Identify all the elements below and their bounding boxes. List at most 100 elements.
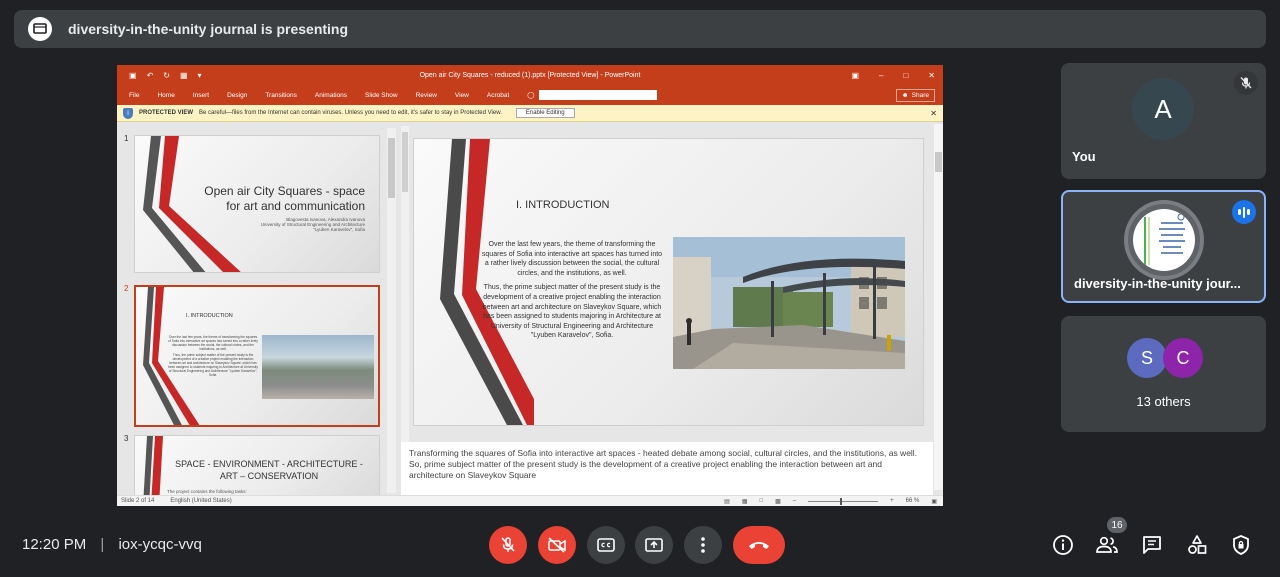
normal-view-icon: ▤ (724, 498, 730, 505)
ribbon-tab-home: Home (157, 91, 175, 99)
thumb-number: 2 (124, 284, 129, 293)
slide-thumbnail: Open air City Squares - space for art an… (134, 135, 380, 273)
square-photo-thumbnail (262, 335, 374, 399)
enable-editing-button: Enable Editing (515, 108, 575, 118)
slide-sorter-icon: ▦ (741, 498, 748, 505)
protected-view-bar: i PROTECTED VIEW Be careful—files from t… (117, 105, 943, 122)
meeting-info: 12:20 PM | iox-ycqc-vvq (22, 536, 202, 553)
shield-icon: i (123, 107, 133, 119)
ppt-workspace: 1 Open air City Squares - space for art … (117, 122, 943, 495)
leave-call-button[interactable] (733, 526, 785, 564)
slideshow-view-icon: ▩ (775, 498, 781, 505)
meet-window: diversity-in-the-unity journal is presen… (0, 0, 1280, 577)
camera-off-icon (548, 537, 566, 553)
ppt-status-bar: Slide 2 of 14 English (United States) ▤ … (117, 495, 943, 506)
microphone-toggle-button[interactable] (489, 526, 527, 564)
ribbon-tab-view: View (454, 91, 469, 99)
shield-lock-icon (1233, 535, 1249, 555)
slaveykov-square-photo (673, 237, 905, 369)
mic-muted-icon (1234, 71, 1258, 95)
thumb-title-line1: Open air City Squares - space (204, 184, 365, 198)
thumb-heading: I. INTRODUCTION (186, 313, 233, 319)
zoom-slider (808, 497, 879, 505)
slide-paragraph-2: Thus, the prime subject matter of the pr… (482, 284, 662, 340)
tell-me-box (538, 90, 657, 100)
present-screen-button[interactable] (635, 526, 673, 564)
reading-view-icon: □ (759, 498, 764, 504)
avatar: S (1127, 338, 1167, 378)
ribbon-tab-slide-show: Slide Show (365, 91, 398, 99)
close-icon: ✕ (930, 108, 937, 118)
close-icon: ✕ (928, 70, 935, 80)
ppt-document-title: Open air City Squares - reduced (1).pptx… (419, 71, 641, 79)
participant-tile-presenter[interactable]: diversity-in-the-unity jour... (1061, 190, 1266, 303)
camera-toggle-button[interactable] (538, 526, 576, 564)
speaker-notes: Transforming the squares of Sofia into i… (401, 442, 933, 495)
ribbon-tab-insert: Insert (192, 91, 210, 99)
ppt-ribbon: File Home Insert Design Transitions Anim… (117, 85, 943, 105)
thumb-number: 3 (124, 434, 129, 443)
slide-counter: Slide 2 of 14 (121, 498, 155, 504)
ribbon-tab-acrobat: Acrobat (486, 91, 510, 99)
thumb-paragraph-1: Over the last few years, the theme of tr… (168, 335, 258, 351)
language-indicator: English (United States) (170, 498, 232, 504)
closed-captions-icon (597, 538, 615, 552)
minimize-icon: – (879, 70, 884, 80)
status-right: ▤ ▦ □ ▩ – + 66 % ▣ (724, 497, 937, 505)
maximize-icon: □ (903, 70, 909, 80)
participant-tile-others[interactable]: S C 13 others (1061, 316, 1266, 432)
others-count-label: 13 others (1136, 394, 1191, 409)
protected-view-message: Be careful—files from the Internet can c… (199, 110, 502, 116)
people-button[interactable] (1094, 532, 1120, 558)
thumb-number: 1 (124, 134, 129, 143)
ribbon-display-icon: ▣ (851, 70, 859, 80)
host-controls-button[interactable] (1228, 532, 1254, 558)
slide-heading: I. INTRODUCTION (516, 199, 610, 211)
present-icon (645, 538, 663, 552)
meeting-code: iox-ycqc-vvq (118, 536, 202, 553)
chat-button[interactable] (1139, 532, 1165, 558)
captions-button[interactable] (587, 526, 625, 564)
current-time: 12:20 PM (22, 536, 87, 553)
mic-off-icon (501, 537, 515, 552)
thumb-paragraph-2: Thus, the prime subject matter of the pr… (168, 353, 258, 377)
presenter-avatar (1124, 200, 1204, 280)
pane-scrollbar (401, 126, 409, 491)
ppt-title-bar: ▣ ↶ ↻ ▦ ▾ Open air City Squares - reduce… (117, 65, 943, 85)
activities-button[interactable] (1184, 532, 1210, 558)
thumb-title-line1: SPACE - ENVIRONMENT - ARCHITECTURE - (175, 459, 363, 469)
participant-tile-you[interactable]: A You (1061, 63, 1266, 179)
bottom-toolbar: 12:20 PM | iox-ycqc-vvq (0, 512, 1280, 577)
chat-icon (1143, 536, 1161, 554)
shared-screen: ▣ ↶ ↻ ▦ ▾ Open air City Squares - reduce… (117, 65, 943, 506)
slide-scrollbar (934, 124, 943, 490)
zoom-in-icon: + (890, 498, 894, 504)
more-options-button[interactable] (684, 526, 722, 564)
presentation-icon (28, 17, 52, 41)
presenting-title: diversity-in-the-unity journal is presen… (68, 21, 349, 37)
thumbnails-scrollbar (387, 128, 396, 493)
meeting-details-button[interactable] (1050, 532, 1076, 558)
ppt-share-label: Share (911, 92, 929, 99)
thumb-body: The project contains the following tasks… (167, 489, 247, 494)
ribbon-tab-transitions: Transitions (265, 91, 297, 99)
main-slide: I. INTRODUCTION Over the last few years,… (413, 138, 924, 426)
participant-name: diversity-in-the-unity jour... (1074, 276, 1241, 291)
ribbon-tab-file: File (129, 91, 140, 99)
thumb-title-line2: for art and communication (226, 199, 365, 213)
slide-paragraph-1: Over the last few years, the theme of tr… (481, 241, 663, 277)
activities-icon (1188, 535, 1207, 554)
participant-name: You (1072, 149, 1096, 164)
slide-thumbnail-active: I. INTRODUCTION Over the last few years,… (134, 285, 380, 427)
more-vert-icon (701, 537, 705, 553)
ribbon-tab-review: Review (415, 91, 437, 99)
presenting-banner: diversity-in-the-unity journal is presen… (14, 10, 1266, 48)
slide-thumbnails-pane: 1 Open air City Squares - space for art … (117, 122, 397, 495)
person-icon: ☻ (901, 92, 909, 99)
thumb-affil-2: "Lyuben Karavelov", Sofia (313, 227, 365, 232)
zoom-out-icon: – (792, 498, 797, 504)
ribbon-tab-animations: Animations (314, 91, 348, 99)
slide-thumbnail: SPACE - ENVIRONMENT - ARCHITECTURE - ART… (134, 435, 380, 495)
avatar: C (1163, 338, 1203, 378)
fit-to-window-icon: ▣ (931, 498, 937, 505)
